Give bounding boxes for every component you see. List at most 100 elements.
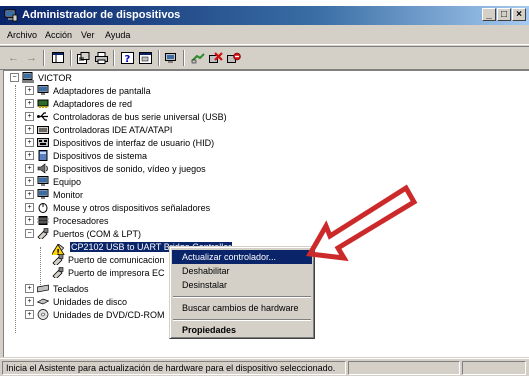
tree-item[interactable]: + Teclados bbox=[25, 282, 89, 295]
expand-icon[interactable]: + bbox=[25, 216, 34, 225]
tree-item[interactable]: + Equipo bbox=[25, 175, 81, 188]
tree-item-label: Monitor bbox=[53, 189, 84, 200]
tree-item[interactable]: + Procesadores bbox=[25, 214, 109, 227]
uninstall-icon[interactable] bbox=[208, 50, 223, 65]
tree-item-label: Unidades de disco bbox=[53, 296, 128, 307]
disable-icon[interactable] bbox=[226, 50, 241, 65]
menu-item-scan-hardware[interactable]: Buscar cambios de hardware bbox=[172, 301, 312, 315]
tree-item-label: Dispositivos de sonido, vídeo y juegos bbox=[53, 163, 206, 174]
menu-separator bbox=[173, 319, 311, 321]
sound-icon bbox=[37, 163, 48, 174]
expand-icon[interactable]: + bbox=[25, 164, 34, 173]
tree-item[interactable]: + Unidades de DVD/CD-ROM bbox=[25, 308, 165, 321]
tree-root[interactable]: − VICTOR bbox=[10, 71, 72, 84]
menu-archivo[interactable]: Archivo bbox=[7, 30, 37, 40]
hid-icon bbox=[37, 138, 49, 147]
tree-item-ports[interactable]: − Puertos (COM & LPT) bbox=[25, 227, 141, 240]
title-bar[interactable]: Administrador de dispositivos _ □ × bbox=[0, 6, 529, 25]
status-panel bbox=[348, 361, 460, 375]
expand-icon[interactable]: + bbox=[25, 86, 34, 95]
computer-icon bbox=[37, 176, 49, 186]
back-icon[interactable]: ← bbox=[6, 50, 21, 65]
expand-icon[interactable]: + bbox=[25, 310, 34, 319]
processor-icon bbox=[37, 216, 49, 225]
tree-item[interactable]: + Unidades de disco bbox=[25, 295, 127, 308]
expand-icon[interactable]: + bbox=[25, 125, 34, 134]
tree-item-label: Controladoras IDE ATA/ATAPI bbox=[53, 124, 173, 135]
expand-icon[interactable]: + bbox=[25, 177, 34, 186]
port-icon bbox=[52, 254, 64, 265]
expand-icon[interactable]: + bbox=[25, 138, 34, 147]
tree-item-label: Unidades de DVD/CD-ROM bbox=[53, 309, 165, 320]
menu-ver[interactable]: Ver bbox=[81, 30, 95, 40]
menu-bar: Archivo Acción Ver Ayuda bbox=[0, 27, 529, 45]
port-icon bbox=[37, 228, 49, 239]
tree-item[interactable]: + Controladoras de bus serie universal (… bbox=[25, 110, 227, 123]
device-manager-icon bbox=[4, 9, 18, 22]
tree-item-label: Mouse y otros dispositivos señaladores bbox=[53, 202, 211, 213]
expand-icon[interactable]: + bbox=[25, 190, 34, 199]
collapse-icon[interactable]: − bbox=[10, 73, 19, 82]
properties-icon[interactable] bbox=[76, 50, 91, 65]
expand-icon[interactable]: + bbox=[25, 151, 34, 160]
menu-accion[interactable]: Acción bbox=[45, 30, 72, 40]
tree-child-printer-port[interactable]: Puerto de impresora EC bbox=[52, 266, 165, 279]
menu-item-uninstall[interactable]: Desinstalar bbox=[172, 278, 312, 292]
window-title: Administrador de dispositivos bbox=[22, 9, 181, 21]
collapse-icon[interactable]: − bbox=[25, 229, 34, 238]
tree-item-label: Dispositivos de sistema bbox=[53, 150, 148, 161]
usb-icon bbox=[37, 112, 48, 121]
system-devices-icon bbox=[38, 150, 48, 161]
menu-item-update-driver[interactable]: Actualizar controlador... bbox=[172, 250, 312, 264]
red-arrow-annotation bbox=[305, 184, 418, 262]
keyboard-icon bbox=[37, 284, 49, 293]
tree-item[interactable]: + Monitor bbox=[25, 188, 83, 201]
console-tree-icon[interactable] bbox=[50, 50, 65, 65]
tree-item-label: Equipo bbox=[53, 176, 82, 187]
tree-item-label: Dispositivos de interfaz de usuario (HID… bbox=[53, 137, 215, 148]
tree-item[interactable]: + Dispositivos de sonido, vídeo y juegos bbox=[25, 162, 206, 175]
update-driver-icon[interactable] bbox=[190, 50, 205, 65]
forward-icon[interactable]: → bbox=[24, 50, 39, 65]
menu-ayuda[interactable]: Ayuda bbox=[105, 30, 130, 40]
port-icon bbox=[52, 267, 64, 278]
tree-item-label: Adaptadores de red bbox=[53, 98, 133, 109]
close-button[interactable]: × bbox=[512, 8, 526, 21]
toolbar: ← → ? bbox=[0, 46, 529, 70]
expand-icon[interactable]: + bbox=[25, 284, 34, 293]
menu-item-disable[interactable]: Deshabilitar bbox=[172, 264, 312, 278]
mouse-icon bbox=[38, 203, 48, 213]
minimize-button[interactable]: _ bbox=[482, 8, 496, 21]
display-adapter-icon bbox=[37, 85, 49, 95]
print-icon[interactable] bbox=[94, 50, 109, 65]
status-panel bbox=[462, 361, 526, 375]
tree-item-label: Puerto de impresora EC bbox=[68, 267, 165, 278]
view-icon[interactable] bbox=[138, 50, 153, 65]
maximize-button[interactable]: □ bbox=[497, 8, 511, 21]
context-menu: Actualizar controlador... Deshabilitar D… bbox=[169, 246, 315, 339]
device-manager-window: Administrador de dispositivos _ □ × Arch… bbox=[0, 0, 529, 376]
disk-drive-icon bbox=[37, 298, 49, 305]
status-bar: Inicia el Asistente para actualización d… bbox=[0, 358, 529, 377]
expand-icon[interactable]: + bbox=[25, 297, 34, 306]
expand-icon[interactable]: + bbox=[25, 99, 34, 108]
expand-icon[interactable]: + bbox=[25, 203, 34, 212]
scan-hardware-icon[interactable] bbox=[164, 50, 179, 65]
tree-item[interactable]: + Mouse y otros dispositivos señaladores bbox=[25, 201, 210, 214]
tree-item-label: Teclados bbox=[53, 283, 89, 294]
tree-item-label: Puerto de comunicacion bbox=[68, 254, 165, 265]
status-text: Inicia el Asistente para actualización d… bbox=[2, 361, 346, 375]
help-icon[interactable]: ? bbox=[120, 50, 135, 65]
tree-item[interactable]: + Adaptadores de red bbox=[25, 97, 132, 110]
tree-child-com-port[interactable]: Puerto de comunicacion bbox=[52, 253, 165, 266]
computer-icon bbox=[22, 72, 34, 83]
expand-icon[interactable]: + bbox=[25, 112, 34, 121]
tree-item[interactable]: + Dispositivos de sistema bbox=[25, 149, 147, 162]
tree-item[interactable]: + Adaptadores de pantalla bbox=[25, 84, 151, 97]
tree-item[interactable]: + Controladoras IDE ATA/ATAPI bbox=[25, 123, 172, 136]
tree-item-label: Controladoras de bus serie universal (US… bbox=[53, 111, 227, 122]
tree-item[interactable]: + Dispositivos de interfaz de usuario (H… bbox=[25, 136, 214, 149]
monitor-icon bbox=[37, 189, 49, 199]
menu-item-properties[interactable]: Propiedades bbox=[172, 323, 312, 337]
ide-controller-icon bbox=[37, 126, 49, 134]
